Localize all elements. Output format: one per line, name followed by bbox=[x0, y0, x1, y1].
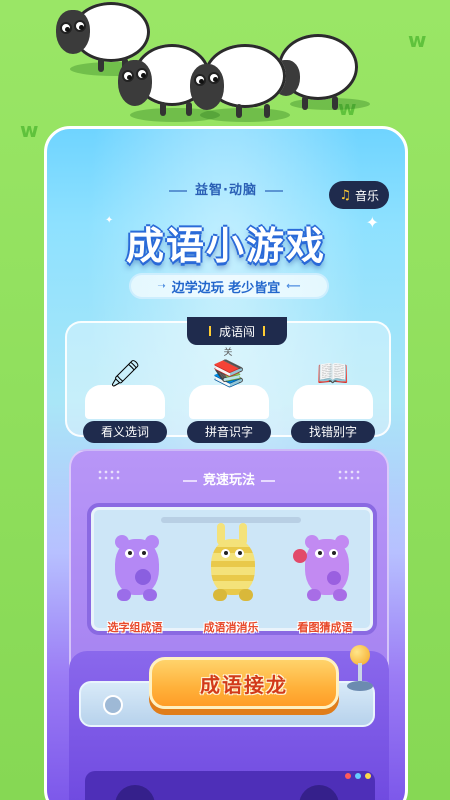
idiom-chain-button[interactable]: 成语接龙 bbox=[149, 657, 339, 709]
game-label: 找错别字 bbox=[291, 421, 375, 443]
open-book-icon: 📖 bbox=[316, 359, 350, 389]
sparkle-icon: ✦ bbox=[365, 213, 379, 232]
arcade-screen: 选字组成语 成语消消乐 看图猜成语 bbox=[87, 503, 377, 635]
tab-sub-label: 关 bbox=[223, 348, 233, 358]
game-label: 拼音识字 bbox=[187, 421, 271, 443]
idiom-challenge-panel: 成语闯 关 🖍 看义选词 📚 拼音识字 📖 找错别字 bbox=[65, 317, 391, 443]
mode-select-char[interactable] bbox=[97, 529, 177, 609]
music-button[interactable]: ♫ 音乐 bbox=[329, 181, 389, 209]
grass-tuft: ᴡ bbox=[408, 28, 427, 52]
mode-picture-char[interactable] bbox=[287, 529, 367, 609]
mode-label[interactable]: 看图猜成语 bbox=[277, 619, 373, 635]
subtitle-text: 益智·动脑 bbox=[195, 183, 257, 198]
arrow-left-icon: ⟵ bbox=[286, 280, 301, 292]
mode-label[interactable]: 成语消消乐 bbox=[183, 619, 279, 635]
arrow-right-icon: ➝ bbox=[157, 280, 166, 292]
game-pinyin[interactable]: 📚 拼音识字 bbox=[187, 359, 271, 443]
music-note-icon: ♫ bbox=[339, 187, 351, 203]
dial-knob[interactable] bbox=[103, 695, 123, 715]
game-card: 益智·动脑 ♫ 音乐 成语小游戏 ✦ ✦ ➝ 边学边玩 老少皆宜 ⟵ 成语闯 关… bbox=[44, 126, 408, 800]
tab-label: 成语闯 bbox=[218, 324, 255, 339]
slogan-text: 边学边玩 老少皆宜 bbox=[171, 280, 281, 296]
sheep-illustration bbox=[186, 42, 290, 120]
page-title: 成语小游戏 bbox=[125, 224, 326, 268]
mode-label[interactable]: 选字组成语 bbox=[87, 619, 183, 635]
arcade-console: 成语接龙 bbox=[69, 645, 389, 800]
led-light bbox=[355, 773, 361, 779]
grass-tuft: ᴡ bbox=[20, 118, 39, 142]
led-light bbox=[365, 773, 371, 779]
game-typo-find[interactable]: 📖 找错别字 bbox=[291, 359, 375, 443]
game-label: 看义选词 bbox=[83, 421, 167, 443]
race-mode-section: 竞速玩法 选字组成语 成语消消乐 看图猜成语 成语接龙 bbox=[69, 449, 389, 800]
console-bottom-panel bbox=[85, 771, 375, 800]
books-icon: 📚 bbox=[212, 359, 246, 389]
slogan-banner: ➝ 边学边玩 老少皆宜 ⟵ bbox=[129, 273, 329, 299]
mode-eliminate-char[interactable] bbox=[193, 523, 273, 609]
idiom-challenge-tab: 成语闯 bbox=[187, 317, 287, 345]
screen-bar bbox=[161, 517, 301, 523]
joystick-icon[interactable] bbox=[345, 645, 375, 701]
race-title: 竞速玩法 bbox=[71, 469, 387, 488]
music-label: 音乐 bbox=[354, 188, 379, 203]
game-meaning-select[interactable]: 🖍 看义选词 bbox=[83, 359, 167, 443]
sparkle-icon: ✦ bbox=[105, 215, 114, 226]
led-light bbox=[345, 773, 351, 779]
crayon-cup-icon: 🖍 bbox=[108, 359, 142, 389]
